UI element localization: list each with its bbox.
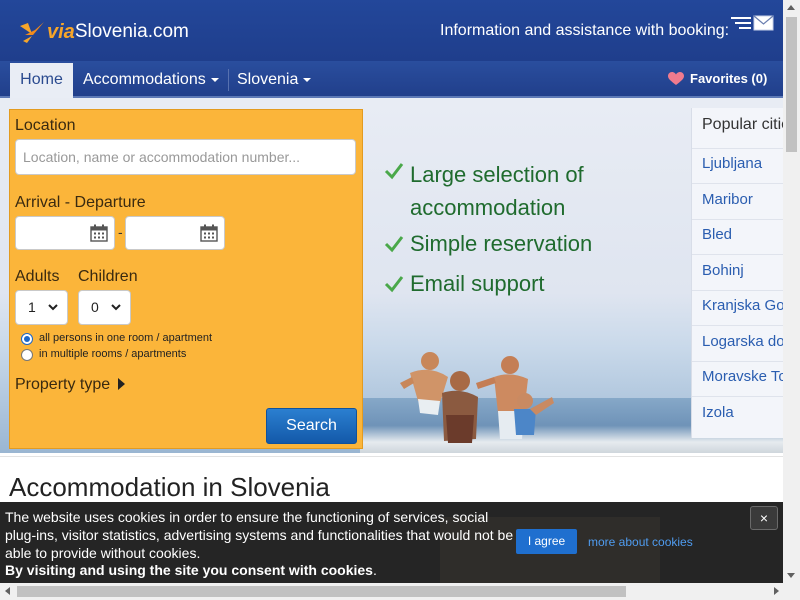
top-header: via Slovenia.com Information and assista… xyxy=(0,0,783,61)
logo-text-domain: Slovenia.com xyxy=(74,21,189,42)
nav-accommodations-label: Accommodations xyxy=(83,71,206,88)
radio-one-room-label: all persons in one room / apartment xyxy=(39,332,213,344)
divider xyxy=(692,396,783,397)
favorites-link[interactable]: Favorites (0) xyxy=(668,71,767,86)
logo-bird-icon xyxy=(20,22,44,43)
date-separator: - xyxy=(118,224,123,240)
check-icon xyxy=(384,236,404,253)
feature-selection-line1: Large selection of xyxy=(410,162,584,187)
radio-multiple-rooms-label: in multiple rooms / apartments xyxy=(39,348,187,360)
vertical-scroll-thumb[interactable] xyxy=(786,17,797,152)
divider xyxy=(692,325,783,326)
children-value: 0 xyxy=(91,299,99,315)
radio-one-room[interactable] xyxy=(21,333,33,345)
booking-help-text: Information and assistance with booking: xyxy=(440,22,730,39)
beach-family-photo xyxy=(400,352,554,443)
divider xyxy=(692,254,783,255)
children-label: Children xyxy=(78,268,138,285)
arrival-date-input[interactable] xyxy=(15,216,115,250)
horizontal-scroll-thumb[interactable] xyxy=(17,586,626,597)
heart-icon xyxy=(668,71,684,85)
divider xyxy=(692,361,783,362)
property-type-toggle[interactable]: Property type xyxy=(15,376,110,394)
favorites-label: Favorites (0) xyxy=(690,71,768,86)
nav-divider xyxy=(228,69,229,91)
cookie-consent-strong: By visiting and using the site you conse… xyxy=(5,562,373,578)
section-divider xyxy=(0,456,783,457)
check-icon xyxy=(384,276,404,293)
divider xyxy=(692,290,783,291)
feature-reservation: Simple reservation xyxy=(384,231,592,257)
feature-email-text: Email support xyxy=(410,271,545,296)
nav-slovenia[interactable]: Slovenia xyxy=(237,63,312,96)
city-link[interactable]: Moravske Toplice xyxy=(702,368,783,385)
nav-accommodations[interactable]: Accommodations xyxy=(83,63,219,96)
more-about-cookies-link[interactable]: more about cookies xyxy=(588,535,693,549)
city-link[interactable]: Izola xyxy=(702,404,734,421)
feature-selection-text: Large selection of accommodation xyxy=(410,158,584,224)
city-link[interactable]: Bled xyxy=(702,226,732,243)
feature-selection-line2: accommodation xyxy=(410,195,566,220)
check-icon xyxy=(384,163,404,180)
caret-down-icon xyxy=(303,77,312,82)
location-label: Location xyxy=(15,117,76,134)
feature-email: Email support xyxy=(384,271,545,297)
radio-multiple-rooms[interactable] xyxy=(21,349,33,361)
children-select[interactable]: 0 xyxy=(78,290,131,325)
close-cookie-button[interactable]: × xyxy=(750,506,778,530)
nav-slovenia-label: Slovenia xyxy=(237,71,299,88)
site-logo[interactable]: via Slovenia.com xyxy=(19,18,189,46)
departure-date-input[interactable] xyxy=(125,216,225,250)
adults-value: 1 xyxy=(28,299,36,315)
feature-selection: Large selection of accommodation xyxy=(384,158,584,224)
main-nav: Home Accommodations Slovenia Favorites (… xyxy=(0,61,783,98)
city-link[interactable]: Bohinj xyxy=(702,262,744,279)
section-title: Accommodation in Slovenia xyxy=(9,472,330,502)
scroll-up-arrow-icon[interactable] xyxy=(787,5,795,10)
divider xyxy=(692,219,783,220)
popular-cities-box: Popular cities Ljubljana Maribor Bled Bo… xyxy=(691,108,783,438)
city-link[interactable]: Maribor xyxy=(702,191,753,208)
popular-cities-title: Popular cities xyxy=(702,116,783,133)
scroll-down-arrow-icon[interactable] xyxy=(787,573,795,578)
dates-label: Arrival - Departure xyxy=(15,194,146,211)
calendar-icon[interactable] xyxy=(90,224,108,242)
divider xyxy=(692,183,783,184)
chevron-down-icon xyxy=(48,304,58,311)
chevron-down-icon xyxy=(111,304,121,311)
caret-down-icon xyxy=(210,77,219,82)
search-button[interactable]: Search xyxy=(266,408,357,444)
feature-reservation-text: Simple reservation xyxy=(410,231,593,256)
city-link[interactable]: Kranjska Gora xyxy=(702,297,783,314)
city-link[interactable]: Logarska dolina xyxy=(702,333,783,350)
mail-icon[interactable] xyxy=(731,14,775,32)
city-link[interactable]: Ljubljana xyxy=(702,155,762,172)
logo-text-via: via xyxy=(47,20,75,43)
caret-right-icon[interactable] xyxy=(118,378,125,390)
divider xyxy=(692,148,783,149)
adults-label: Adults xyxy=(15,268,60,285)
scroll-left-arrow-icon[interactable] xyxy=(5,587,10,595)
cookie-consent-period: . xyxy=(372,562,377,578)
location-input[interactable]: Location, name or accommodation number..… xyxy=(15,139,356,175)
scroll-right-arrow-icon[interactable] xyxy=(774,587,779,595)
nav-home-tab[interactable]: Home xyxy=(10,63,73,98)
calendar-icon[interactable] xyxy=(200,224,218,242)
cookie-consent-line: By visiting and using the site you conse… xyxy=(5,562,377,578)
agree-button[interactable]: I agree xyxy=(516,529,577,554)
adults-select[interactable]: 1 xyxy=(15,290,68,325)
cookie-notice-text: The website uses cookies in order to ens… xyxy=(5,509,514,561)
